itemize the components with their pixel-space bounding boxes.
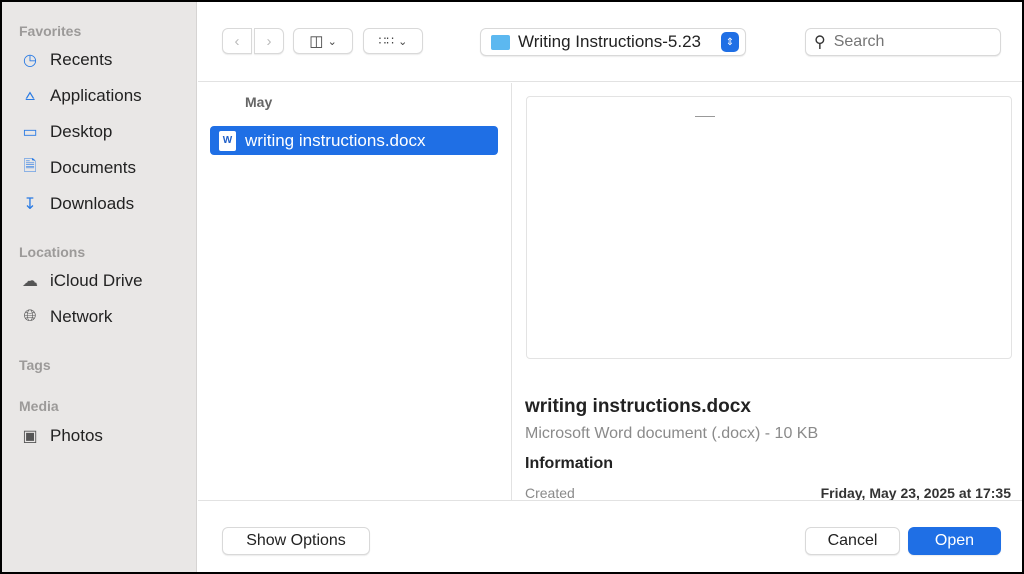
file-list-column: May W writing instructions.docx — [198, 83, 512, 501]
sidebar-item-label: Recents — [50, 50, 113, 69]
grid-icon: ∷∷ — [378, 34, 394, 48]
applications-icon: ⩟ — [25, 87, 35, 104]
preview-file-kind: Microsoft Word document (.docx) - 10 KB — [525, 425, 819, 442]
sidebar-item-label: Photos — [50, 426, 103, 445]
media-heading: Media — [19, 398, 59, 414]
information-heading: Information — [525, 455, 613, 472]
locations-heading: Locations — [19, 244, 86, 260]
back-button[interactable]: ‹ — [222, 28, 252, 54]
view-mode-button[interactable]: ◫ ⌄ — [293, 28, 353, 54]
sidebar-item-recents[interactable]: ◷ Recents — [19, 45, 112, 75]
folder-icon — [491, 34, 510, 50]
open-file-dialog: Favorites ◷ Recents ⩟ Applications ▭ Deskto… — [2, 2, 1022, 572]
group-button[interactable]: ∷∷ ⌄ — [363, 28, 423, 54]
sidebar-item-documents[interactable]: 🗎 Documents — [19, 153, 136, 183]
file-name: writing instructions.docx — [245, 130, 426, 150]
sidebar-item-label: Applications — [50, 86, 142, 105]
group-header: May — [245, 94, 273, 110]
sidebar-item-label: Downloads — [50, 194, 135, 213]
folder-name: Writing Instructions-5.23 — [518, 32, 701, 51]
preview-pane: writing instructions.docx Microsoft Word… — [513, 83, 1022, 501]
desktop-icon: ▭ — [22, 124, 38, 141]
clock-icon: ◷ — [23, 52, 37, 69]
document-thumbnail — [526, 96, 1012, 359]
chevron-right-icon: › — [266, 32, 272, 50]
sidebar-item-photos[interactable]: ▣ Photos — [19, 421, 103, 451]
cancel-button[interactable]: Cancel — [805, 527, 900, 555]
globe-icon: 🌐︎ — [23, 308, 37, 325]
search-input[interactable] — [833, 33, 984, 51]
sidebar: Favorites ◷ Recents ⩟ Applications ▭ Deskto… — [2, 2, 197, 572]
preview-file-name: writing instructions.docx — [525, 396, 751, 417]
sidebar-item-applications[interactable]: ⩟ Applications — [19, 81, 142, 111]
sidebar-item-icloud-drive[interactable]: ☁ iCloud Drive — [19, 266, 143, 296]
favorites-heading: Favorites — [19, 23, 82, 39]
columns-icon: ◫ — [309, 33, 324, 50]
chevron-down-icon: ⌄ — [398, 35, 408, 48]
sidebar-item-network[interactable]: 🌐︎ Network — [19, 302, 113, 332]
tags-heading[interactable]: Tags — [19, 357, 51, 373]
created-value: Friday, May 23, 2025 at 17:35 — [820, 485, 1011, 501]
search-field[interactable]: ⚲ — [805, 28, 1001, 56]
sidebar-item-label: Desktop — [50, 122, 113, 141]
camera-icon: ▣ — [22, 428, 38, 445]
download-icon: ↧ — [23, 196, 37, 213]
sidebar-item-label: Documents — [50, 158, 136, 177]
chevron-down-icon: ⌄ — [327, 35, 337, 48]
file-row-selected[interactable]: W writing instructions.docx — [210, 126, 498, 155]
sidebar-item-desktop[interactable]: ▭ Desktop — [19, 117, 112, 147]
dialog-footer: Show Options Cancel Open — [198, 500, 1022, 572]
forward-button[interactable]: › — [254, 28, 284, 54]
search-icon: ⚲ — [814, 34, 826, 51]
sidebar-item-label: iCloud Drive — [50, 271, 143, 290]
sidebar-item-label: Network — [50, 307, 113, 326]
sidebar-item-downloads[interactable]: ↧ Downloads — [19, 189, 134, 219]
document-icon: 🗎 — [23, 157, 37, 175]
updown-chevron-icon: ⇕ — [721, 32, 739, 52]
chevron-left-icon: ‹ — [234, 32, 240, 50]
open-button[interactable]: Open — [908, 527, 1001, 555]
toolbar: ‹ › ◫ ⌄ ∷∷ ⌄ Writing Instructions-5.23 ⇕… — [198, 2, 1022, 82]
created-label: Created — [525, 485, 575, 501]
folder-selector[interactable]: Writing Instructions-5.23 ⇕ — [480, 28, 746, 56]
word-document-icon: W — [219, 130, 236, 151]
cloud-icon: ☁ — [22, 273, 38, 290]
show-options-button[interactable]: Show Options — [222, 527, 370, 555]
thumbnail-text-line — [695, 116, 715, 117]
